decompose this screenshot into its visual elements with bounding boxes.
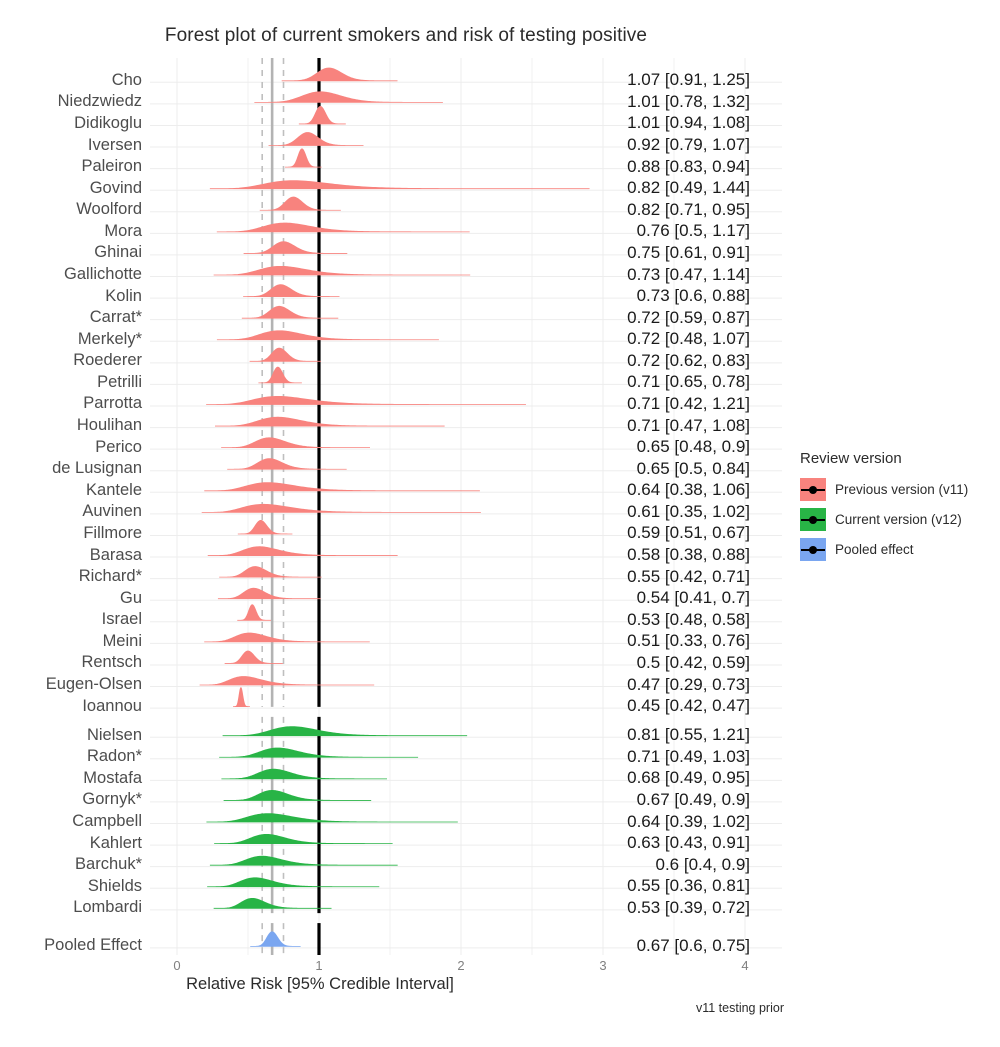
- estimate-value: 0.68 [0.49, 0.95]: [627, 768, 750, 788]
- x-axis-tick: 2: [457, 958, 465, 973]
- legend-items: Previous version (v11) Current version (v…: [800, 476, 990, 563]
- estimate-value: 0.71 [0.42, 1.21]: [627, 393, 750, 413]
- legend-item[interactable]: Current version (v12): [800, 506, 990, 533]
- estimate-value: 0.63 [0.43, 0.91]: [627, 833, 750, 853]
- forest-plot-figure: Forest plot of current smokers and risk …: [0, 0, 1000, 1047]
- estimate-value: 1.07 [0.91, 1.25]: [627, 70, 750, 90]
- legend-point-icon: [809, 515, 817, 524]
- legend-title: Review version: [800, 450, 902, 467]
- estimate-value: 0.5 [0.42, 0.59]: [636, 652, 750, 672]
- plot-caption: v11 testing prior: [695, 1001, 784, 1015]
- x-axis-tick: 3: [599, 958, 607, 973]
- legend-swatch-icon: [800, 478, 826, 501]
- legend-point-icon: [809, 485, 817, 494]
- x-axis-title: Relative Risk [95% Credible Interval]: [186, 975, 454, 993]
- estimate-value: 0.53 [0.48, 0.58]: [627, 609, 750, 629]
- estimate-value: 0.72 [0.62, 0.83]: [627, 350, 750, 370]
- legend-item-label: Pooled effect: [835, 542, 914, 557]
- legend-item-label: Previous version (v11): [835, 482, 969, 497]
- estimate-value: 0.6 [0.4, 0.9]: [655, 854, 750, 874]
- legend: Review version Previous version (v11) Cur…: [800, 450, 990, 566]
- estimate-value: 0.59 [0.51, 0.67]: [627, 523, 750, 543]
- x-axis-tick: 0: [173, 958, 181, 973]
- estimate-value: 0.53 [0.39, 0.72]: [627, 897, 750, 917]
- estimate-value: 0.82 [0.49, 1.44]: [627, 178, 750, 198]
- estimate-value: 0.54 [0.41, 0.7]: [636, 588, 750, 608]
- estimate-value: 0.61 [0.35, 1.02]: [627, 501, 750, 521]
- legend-item[interactable]: Previous version (v11): [800, 476, 990, 503]
- estimate-value: 0.75 [0.61, 0.91]: [627, 242, 750, 262]
- legend-swatch-icon: [800, 508, 826, 531]
- estimate-value: 0.73 [0.6, 0.88]: [636, 286, 750, 306]
- legend-point-icon: [809, 545, 817, 554]
- estimate-value: 0.72 [0.59, 0.87]: [627, 307, 750, 327]
- estimate-value: 1.01 [0.94, 1.08]: [627, 113, 750, 133]
- estimate-value: 0.82 [0.71, 0.95]: [627, 199, 750, 219]
- estimate-value: 0.73 [0.47, 1.14]: [627, 264, 750, 284]
- x-axis-tick: 1: [315, 958, 323, 973]
- x-axis-tick: 4: [741, 958, 749, 973]
- estimate-value: 0.92 [0.79, 1.07]: [627, 135, 750, 155]
- estimate-value: 0.55 [0.36, 0.81]: [627, 876, 750, 896]
- estimate-value: 0.51 [0.33, 0.76]: [627, 631, 750, 651]
- estimate-value: 0.58 [0.38, 0.88]: [627, 545, 750, 565]
- estimate-value: 0.71 [0.65, 0.78]: [627, 372, 750, 392]
- legend-item-label: Current version (v12): [835, 512, 962, 527]
- estimate-value: 0.67 [0.6, 0.75]: [636, 935, 750, 955]
- legend-swatch-icon: [800, 538, 826, 561]
- estimate-value: 0.65 [0.5, 0.84]: [636, 458, 750, 478]
- estimate-value: 0.71 [0.47, 1.08]: [627, 415, 750, 435]
- estimate-value: 0.45 [0.42, 0.47]: [627, 696, 750, 716]
- page-title: Forest plot of current smokers and risk …: [164, 25, 648, 46]
- estimate-value: 1.01 [0.78, 1.32]: [627, 91, 750, 111]
- estimate-value: 0.65 [0.48, 0.9]: [636, 437, 750, 457]
- estimate-value: 0.47 [0.29, 0.73]: [627, 674, 750, 694]
- estimate-value: 0.64 [0.38, 1.06]: [627, 480, 750, 500]
- estimate-value: 0.67 [0.49, 0.9]: [636, 789, 750, 809]
- estimate-value: 0.71 [0.49, 1.03]: [627, 746, 750, 766]
- estimate-value: 0.81 [0.55, 1.21]: [627, 725, 750, 745]
- legend-item[interactable]: Pooled effect: [800, 536, 990, 563]
- estimate-value: 0.55 [0.42, 0.71]: [627, 566, 750, 586]
- estimate-value: 0.88 [0.83, 0.94]: [627, 156, 750, 176]
- estimate-value: 0.64 [0.39, 1.02]: [627, 811, 750, 831]
- estimate-value: 0.76 [0.5, 1.17]: [636, 221, 750, 241]
- estimate-value: 0.72 [0.48, 1.07]: [627, 329, 750, 349]
